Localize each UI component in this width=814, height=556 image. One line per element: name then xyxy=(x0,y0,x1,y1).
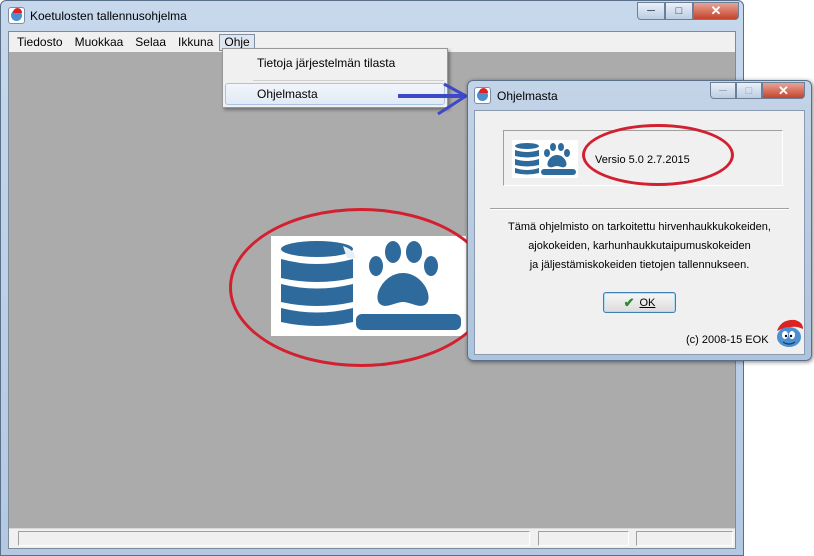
smurf-icon xyxy=(8,7,25,24)
menuitem-system-status[interactable]: Tietoja järjestelmän tilasta xyxy=(225,52,445,74)
ok-button[interactable]: ✔ OK xyxy=(603,292,676,313)
menu-selaa[interactable]: Selaa xyxy=(129,34,172,51)
ok-label: OK xyxy=(639,296,656,309)
status-panel-main xyxy=(18,531,530,546)
dialog-maximize-button[interactable]: □ xyxy=(736,82,762,99)
window-title: Koetulosten tallennusohjelma xyxy=(30,9,187,23)
blue-arrow xyxy=(398,82,469,116)
annotation-circle-large xyxy=(229,208,493,367)
annotation-circle-small xyxy=(582,124,734,186)
database-paw-logo-small xyxy=(512,140,578,178)
dialog-title: Ohjelmasta xyxy=(497,89,558,103)
dialog-caption-buttons: ─ □ ✕ xyxy=(710,82,805,99)
close-button[interactable]: ✕ xyxy=(693,2,739,20)
menu-ikkuna[interactable]: Ikkuna xyxy=(172,34,219,51)
description-line-2: ajokokeiden, karhunhaukkutaipumuskokeide… xyxy=(528,240,751,252)
smurf-icon xyxy=(474,87,491,104)
caption-buttons: ─ □ ✕ xyxy=(637,2,739,20)
menu-tiedosto[interactable]: Tiedosto xyxy=(11,34,69,51)
menu-muokkaa[interactable]: Muokkaa xyxy=(69,34,130,51)
minimize-button[interactable]: ─ xyxy=(637,2,665,20)
smurf-mascot-icon xyxy=(777,319,803,347)
copyright-label: (c) 2008-15 EOK xyxy=(686,334,769,346)
status-panel-3 xyxy=(636,531,733,546)
statusbar xyxy=(9,528,735,548)
about-dialog: Ohjelmasta ─ □ ✕ Versio 5.0 2.7.2015 Täm… xyxy=(467,80,812,361)
divider xyxy=(490,208,789,210)
status-panel-2 xyxy=(538,531,629,546)
dialog-minimize-button[interactable]: ─ xyxy=(710,82,736,99)
description-line-3: ja jäljestämiskokeiden tietojen tallennu… xyxy=(529,259,750,271)
database-paw-icon xyxy=(515,143,576,175)
main-titlebar[interactable]: Koetulosten tallennusohjelma ─ □ ✕ xyxy=(1,1,743,31)
checkmark-icon: ✔ xyxy=(623,294,635,310)
description-line-1: Tämä ohjelmisto on tarkoitettu hirvenhau… xyxy=(508,221,771,233)
maximize-button[interactable]: □ xyxy=(665,2,693,20)
dialog-close-button[interactable]: ✕ xyxy=(762,82,805,99)
